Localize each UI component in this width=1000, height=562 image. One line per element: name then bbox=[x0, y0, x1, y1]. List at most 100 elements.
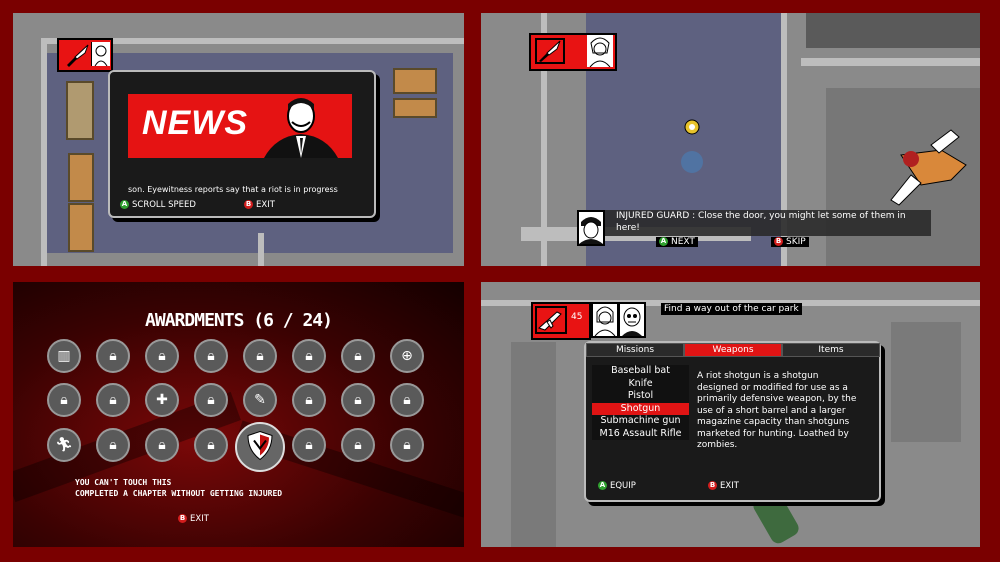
award-locked[interactable]: 🔒︎ bbox=[243, 339, 277, 373]
award-locked[interactable]: 🔒︎ bbox=[194, 428, 228, 462]
b-button-icon: B bbox=[244, 200, 253, 209]
ammo-count: 45 bbox=[571, 312, 583, 322]
news-panel: NEWS son. Eyewitness reports say that a … bbox=[13, 13, 464, 266]
lock-icon: 🔒︎ bbox=[256, 348, 264, 364]
tab-weapons[interactable]: Weapons bbox=[684, 343, 782, 357]
lock-icon: 🔒︎ bbox=[354, 348, 362, 364]
lock-icon: 🔒︎ bbox=[354, 437, 362, 453]
skip-button[interactable]: B SKIP bbox=[771, 237, 809, 247]
award-locked[interactable]: 🔒︎ bbox=[292, 383, 326, 417]
award-locked[interactable]: 🔒︎ bbox=[96, 428, 130, 462]
lock-icon: 🔒︎ bbox=[60, 392, 68, 408]
lock-icon: 🔒︎ bbox=[305, 392, 313, 408]
b-button-icon: B bbox=[178, 514, 187, 523]
news-dialog: NEWS son. Eyewitness reports say that a … bbox=[108, 70, 376, 218]
exit-label: EXIT bbox=[256, 200, 275, 210]
weapon-list-item[interactable]: Pistol bbox=[592, 390, 689, 403]
exit-button[interactable]: B EXIT bbox=[244, 200, 275, 210]
tab-missions[interactable]: Missions bbox=[586, 343, 684, 357]
lock-icon: 🔒︎ bbox=[109, 348, 117, 364]
lock-icon: 🔒︎ bbox=[403, 437, 411, 453]
medkit-icon: ✚ bbox=[156, 392, 168, 408]
award-locked[interactable]: 🔒︎ bbox=[390, 383, 424, 417]
player-character bbox=[679, 117, 705, 141]
cabinet bbox=[66, 81, 94, 140]
b-button-icon: B bbox=[708, 481, 717, 490]
equip-button[interactable]: A EQUIP bbox=[598, 481, 636, 491]
lock-icon: 🔒︎ bbox=[207, 392, 215, 408]
award-locked[interactable]: 🔒︎ bbox=[96, 383, 130, 417]
weapon-list-item[interactable]: Submachine gun bbox=[592, 415, 689, 428]
award-locked[interactable]: 🔒︎ bbox=[194, 339, 228, 373]
award-name: YOU CAN'T TOUCH THIS bbox=[75, 478, 172, 487]
floor-marker bbox=[681, 151, 703, 173]
exit-label: EXIT bbox=[720, 481, 739, 491]
lock-icon: 🔒︎ bbox=[207, 348, 215, 364]
awards-panel: AWARDMENTS (6 / 24) ▥ 🔒︎ 🔒︎ 🔒︎ 🔒︎ 🔒︎ 🔒︎ … bbox=[13, 282, 464, 547]
portrait-icon bbox=[587, 35, 613, 68]
scroll-speed-label: SCROLL SPEED bbox=[132, 200, 196, 210]
award-locked[interactable]: 🔒︎ bbox=[96, 339, 130, 373]
wall bbox=[41, 38, 47, 266]
lock-icon: 🔒︎ bbox=[109, 437, 117, 453]
exit-button[interactable]: B EXIT bbox=[178, 514, 209, 524]
weapon-list: Baseball bat Knife Pistol Shotgun Submac… bbox=[592, 365, 689, 440]
award-locked[interactable]: 🔒︎ bbox=[145, 428, 179, 462]
scroll-speed-button[interactable]: A SCROLL SPEED bbox=[120, 200, 196, 210]
assault-rifle-icon bbox=[535, 306, 567, 334]
award-locked[interactable]: 🔒︎ bbox=[292, 339, 326, 373]
award-locked[interactable]: 🔒︎ bbox=[341, 428, 375, 462]
objective-text: Find a way out of the car park bbox=[661, 303, 802, 315]
award-locked[interactable]: 🔒︎ bbox=[47, 383, 81, 417]
weapon-list-item-selected[interactable]: Shotgun bbox=[592, 402, 689, 415]
weapon-list-item[interactable]: Baseball bat bbox=[592, 365, 689, 378]
lock-icon: 🔒︎ bbox=[354, 392, 362, 408]
news-ticker: son. Eyewitness reports say that a riot … bbox=[128, 185, 338, 194]
weapon-list-item[interactable]: M16 Assault Rifle bbox=[592, 428, 689, 441]
awards-title: AWARDMENTS (6 / 24) bbox=[145, 310, 333, 331]
a-button-icon: A bbox=[120, 200, 129, 209]
zombie-icon bbox=[618, 302, 646, 338]
award-medkit[interactable]: ✚ bbox=[145, 383, 179, 417]
award-crosshair[interactable]: ⊕ bbox=[390, 339, 424, 373]
award-description: COMPLETED A CHAPTER WITHOUT GETTING INJU… bbox=[75, 489, 283, 498]
syringe-icon: ✎ bbox=[254, 392, 266, 408]
next-button[interactable]: A NEXT bbox=[656, 237, 698, 247]
table bbox=[393, 98, 437, 118]
armchair bbox=[68, 203, 94, 252]
dialog-panel: INJURED GUARD : Close the door, you migh… bbox=[481, 13, 980, 266]
portrait-icon bbox=[591, 302, 619, 338]
news-anchor-icon bbox=[256, 96, 346, 162]
portrait-icon bbox=[91, 42, 110, 67]
award-locked[interactable]: 🔒︎ bbox=[341, 383, 375, 417]
crosshair-icon: ⊕ bbox=[401, 348, 413, 364]
lock-icon: 🔒︎ bbox=[109, 392, 117, 408]
a-button-icon: A bbox=[598, 481, 607, 490]
knife-icon bbox=[535, 38, 565, 64]
lock-icon: 🔒︎ bbox=[305, 437, 313, 453]
barricade-icon: ▥ bbox=[57, 348, 71, 364]
tab-items[interactable]: Items bbox=[782, 343, 880, 357]
wall bbox=[801, 58, 980, 66]
weapon-card: 45 bbox=[531, 302, 591, 340]
award-locked[interactable]: 🔒︎ bbox=[292, 428, 326, 462]
award-locked[interactable]: 🔒︎ bbox=[390, 428, 424, 462]
award-shield-selected[interactable] bbox=[235, 422, 285, 472]
award-running-man[interactable]: 🏃︎ bbox=[47, 428, 81, 462]
news-broadcast-image: NEWS bbox=[128, 94, 352, 158]
next-label: NEXT bbox=[671, 237, 695, 247]
award-syringe[interactable]: ✎ bbox=[243, 383, 277, 417]
inventory-panel: 45 Find a way out of the car park Weapon… bbox=[481, 282, 980, 547]
weapon-list-item[interactable]: Knife bbox=[592, 378, 689, 391]
dialog-message: INJURED GUARD : Close the door, you migh… bbox=[616, 211, 906, 233]
award-locked[interactable]: 🔒︎ bbox=[194, 383, 228, 417]
award-locked[interactable]: 🔒︎ bbox=[341, 339, 375, 373]
exit-button[interactable]: B EXIT bbox=[708, 481, 739, 491]
parking-bay bbox=[891, 322, 961, 442]
award-barricade[interactable]: ▥ bbox=[47, 339, 81, 373]
b-button-icon: B bbox=[774, 237, 783, 246]
award-locked[interactable]: 🔒︎ bbox=[145, 339, 179, 373]
lock-icon: 🔒︎ bbox=[305, 348, 313, 364]
injured-guard-character bbox=[881, 125, 976, 214]
weapon-card bbox=[529, 33, 617, 71]
